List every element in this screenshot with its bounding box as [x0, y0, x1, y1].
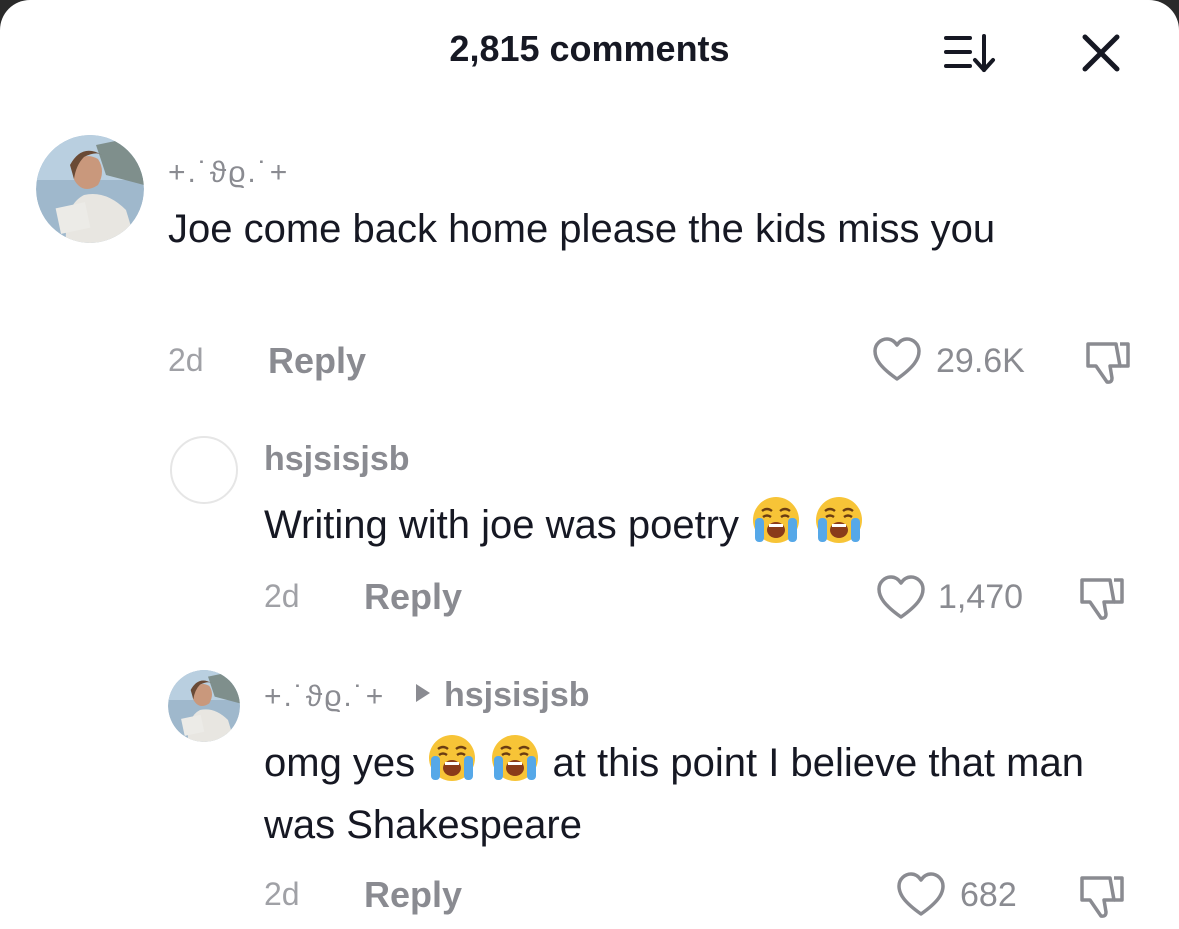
comment-text: Writing with joe was poetry: [264, 494, 1144, 556]
comment-text: Joe come back home please the kids miss …: [168, 207, 996, 251]
comment-username[interactable]: +.˙ϑϱ.˙+: [168, 156, 289, 190]
loudly-crying-face-emoji: [816, 497, 863, 543]
heart-outline-icon[interactable]: [872, 337, 922, 383]
reply-button[interactable]: Reply: [268, 340, 366, 382]
loudly-crying-face-emoji: [753, 497, 800, 543]
like-count: 1,470: [938, 578, 1024, 616]
heart-outline-icon[interactable]: [876, 575, 926, 621]
reply-button[interactable]: Reply: [364, 874, 462, 916]
like-count: 682: [960, 876, 1017, 914]
comment-username[interactable]: +.˙ϑϱ.˙+: [264, 680, 385, 714]
comment-username[interactable]: hsjsisjsb: [264, 440, 410, 479]
comment-text: omg yes at this point I believe that man…: [264, 732, 1154, 856]
reply-button[interactable]: Reply: [364, 576, 462, 618]
thumbs-down-icon[interactable]: [1076, 870, 1126, 920]
comments-count-title: 2,815 comments: [449, 28, 730, 69]
comment-time: 2d: [264, 578, 300, 614]
close-icon[interactable]: [1076, 28, 1126, 78]
comment-time: 2d: [168, 342, 204, 378]
like-count: 29.6K: [936, 342, 1025, 380]
avatar[interactable]: [36, 135, 144, 243]
loudly-crying-face-emoji: [429, 735, 476, 781]
reply-to-username[interactable]: hsjsisjsb: [444, 676, 590, 715]
thumbs-down-icon[interactable]: [1076, 572, 1126, 622]
comments-sheet: 2,815 comments +.˙ϑϱ.˙+ Joe come back ho…: [0, 0, 1179, 929]
comment-text-content: Writing with joe was poetry: [264, 503, 739, 547]
reply-caret-icon: [416, 684, 430, 702]
loudly-crying-face-emoji: [492, 735, 539, 781]
avatar[interactable]: [170, 436, 238, 504]
avatar[interactable]: [168, 670, 240, 742]
heart-outline-icon[interactable]: [896, 872, 946, 918]
sort-icon[interactable]: [942, 30, 998, 76]
comment-text-part1: omg yes: [264, 741, 416, 785]
comment-time: 2d: [264, 876, 300, 912]
thumbs-down-icon[interactable]: [1082, 336, 1132, 386]
